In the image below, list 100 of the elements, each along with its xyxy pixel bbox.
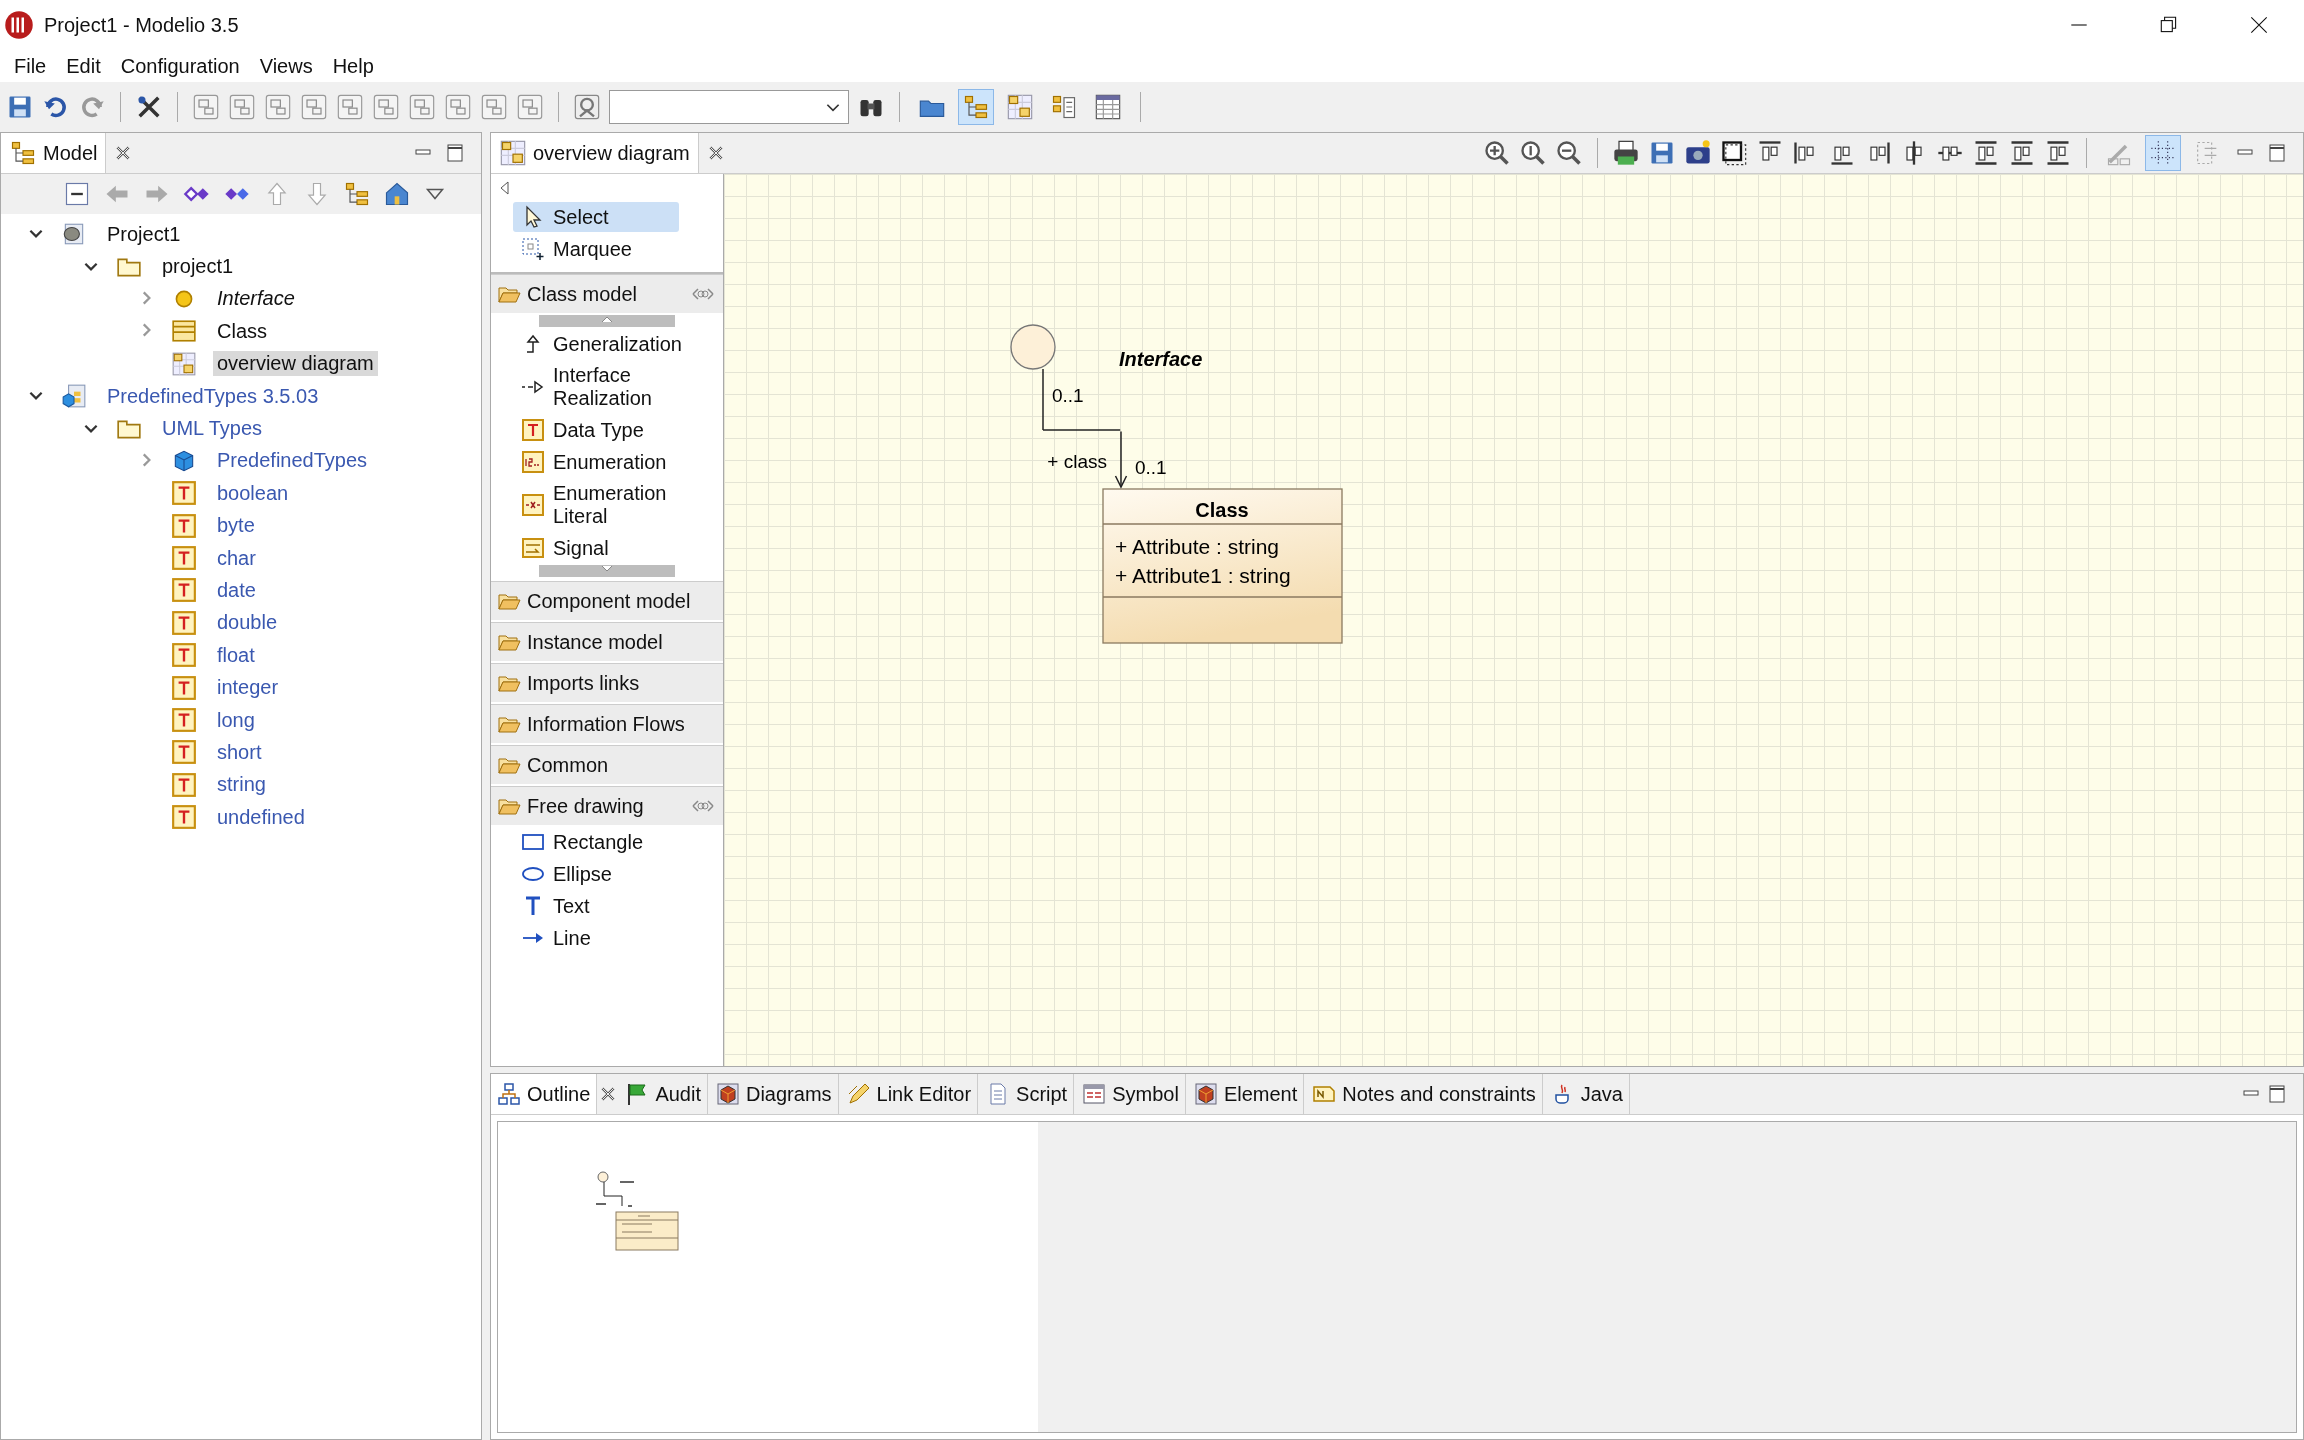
marquee-icon bbox=[521, 237, 545, 261]
diagram-icon bbox=[1006, 93, 1034, 121]
view-tab[interactable]: Symbol bbox=[1076, 1074, 1186, 1114]
view-tab[interactable]: Audit bbox=[619, 1074, 708, 1114]
table-icon bbox=[1082, 1082, 1107, 1106]
palette-item[interactable]: Enumeration Literal bbox=[513, 479, 711, 531]
palette-tool[interactable]: Marquee bbox=[513, 234, 679, 264]
tree-item[interactable]: overview diagram bbox=[213, 351, 378, 377]
camera-icon[interactable] bbox=[1684, 139, 1712, 167]
tree-item[interactable]: byte bbox=[213, 513, 259, 539]
menu-item[interactable]: Configuration bbox=[110, 54, 250, 78]
diagram-tool-icon[interactable] bbox=[444, 93, 472, 121]
tree-item[interactable]: project1 bbox=[158, 254, 238, 280]
tree-item[interactable]: long bbox=[213, 707, 259, 733]
datatype-icon bbox=[171, 674, 197, 701]
tree-view-icon bbox=[9, 139, 37, 167]
diagram-tool-icon[interactable] bbox=[573, 93, 601, 121]
zoom-out-icon[interactable] bbox=[1555, 139, 1583, 167]
palette-tool[interactable]: Select bbox=[513, 202, 679, 232]
interface-name: Interface bbox=[1119, 348, 1203, 370]
palette-item[interactable]: Ellipse bbox=[513, 859, 711, 889]
diagram-tool-icon[interactable] bbox=[300, 93, 328, 121]
collapse-all-icon[interactable] bbox=[63, 180, 91, 208]
menu-item[interactable]: Help bbox=[322, 54, 384, 78]
association-line-segment[interactable] bbox=[1042, 368, 1044, 431]
palette-item[interactable]: Text bbox=[513, 891, 711, 921]
close-window-icon[interactable] bbox=[2248, 14, 2270, 36]
view-tab[interactable]: Link Editor bbox=[840, 1074, 979, 1114]
datatype-icon bbox=[521, 418, 545, 442]
search-combo-box[interactable] bbox=[609, 90, 849, 124]
home-icon[interactable] bbox=[383, 180, 411, 208]
association-arrow[interactable] bbox=[1114, 430, 1128, 489]
diagram-tool-icon[interactable] bbox=[192, 93, 220, 121]
diagram-tool-icon[interactable] bbox=[516, 93, 544, 121]
view-toggle-button[interactable] bbox=[958, 89, 994, 125]
diagram-tool-icon[interactable] bbox=[372, 93, 400, 121]
datatype-icon bbox=[171, 545, 197, 572]
editor-tab[interactable]: overview diagram bbox=[491, 133, 699, 173]
diagram-tool-icon[interactable] bbox=[228, 93, 256, 121]
palette-drawer[interactable]: Common bbox=[491, 745, 723, 786]
tree-item[interactable]: string bbox=[213, 772, 270, 798]
tree-item[interactable]: char bbox=[213, 545, 260, 571]
app-logo-icon bbox=[4, 10, 34, 40]
menu-item[interactable]: Views bbox=[249, 54, 323, 78]
tree-item[interactable]: date bbox=[213, 578, 260, 603]
diagram-icon bbox=[499, 139, 527, 167]
menu-item[interactable]: File bbox=[4, 54, 57, 78]
palette-item[interactable]: Data Type bbox=[513, 415, 711, 445]
palette-drawer[interactable]: Instance model bbox=[491, 622, 723, 663]
zoom-in-icon[interactable] bbox=[1483, 139, 1511, 167]
diagram-tool-icon[interactable] bbox=[336, 93, 364, 121]
tree-item[interactable]: undefined bbox=[213, 804, 309, 830]
tree-item[interactable]: Project1 bbox=[103, 221, 185, 247]
diagram-tool-icon[interactable] bbox=[408, 93, 436, 121]
zoom-reset-icon[interactable] bbox=[1519, 139, 1547, 167]
tree-view-icon[interactable] bbox=[343, 180, 371, 208]
tree-item[interactable]: Class bbox=[213, 318, 271, 344]
palette-item[interactable]: Line bbox=[513, 923, 711, 953]
printer-icon[interactable] bbox=[1612, 139, 1640, 167]
palette-drawer[interactable]: Imports links bbox=[491, 663, 723, 704]
palette-drawer[interactable]: Class model bbox=[491, 274, 723, 315]
tree-item[interactable]: integer bbox=[213, 675, 283, 701]
datatype-icon bbox=[171, 804, 197, 831]
class-box[interactable] bbox=[1102, 488, 1343, 644]
pencil-icon bbox=[846, 1082, 871, 1106]
datatype-icon bbox=[171, 577, 197, 604]
enumeration-icon bbox=[521, 450, 545, 474]
tree-item[interactable]: double bbox=[213, 610, 282, 636]
outline-tree-icon bbox=[497, 1082, 521, 1106]
diagram-tool-icon[interactable] bbox=[264, 93, 292, 121]
diagram-toggle-button[interactable] bbox=[2145, 135, 2181, 171]
tree-item[interactable]: boolean bbox=[213, 480, 293, 506]
menu-item[interactable]: Edit bbox=[56, 54, 111, 78]
palette-drawer[interactable]: Information Flows bbox=[491, 704, 723, 745]
tree-item[interactable]: short bbox=[213, 739, 266, 765]
window-title: Project1 - Modelio 3.5 bbox=[44, 13, 239, 37]
palette-drawer[interactable]: Free drawing bbox=[491, 786, 723, 827]
view-tab[interactable]: Script bbox=[980, 1074, 1075, 1114]
class-name: Class bbox=[1195, 499, 1249, 521]
tree-item[interactable]: UML Types bbox=[158, 416, 267, 442]
palette-item[interactable]: Enumeration bbox=[513, 447, 711, 477]
view-tab[interactable]: Java bbox=[1544, 1074, 1630, 1114]
model-tab[interactable]: Model bbox=[1, 133, 107, 173]
selection-box-icon[interactable] bbox=[1720, 139, 1748, 167]
view-tab[interactable]: Notes and constraints bbox=[1306, 1074, 1543, 1114]
diagram-icon bbox=[171, 350, 197, 377]
palette-item[interactable]: Rectangle bbox=[513, 827, 711, 857]
palette-drawer[interactable]: Component model bbox=[491, 581, 723, 622]
view-tab[interactable]: Diagrams bbox=[709, 1074, 839, 1114]
palette-item[interactable]: Signal bbox=[513, 533, 711, 563]
view-tab[interactable]: Element bbox=[1187, 1074, 1305, 1114]
tree-item[interactable]: float bbox=[213, 642, 259, 668]
tree-item[interactable]: PredefinedTypes 3.5.03 bbox=[103, 383, 323, 409]
palette-item[interactable]: Interface Realization bbox=[513, 361, 711, 413]
diagram-tool-icon[interactable] bbox=[480, 93, 508, 121]
tree-item[interactable]: PredefinedTypes bbox=[213, 448, 372, 474]
interface-circle[interactable] bbox=[1010, 324, 1056, 370]
view-tab[interactable]: Outline bbox=[491, 1074, 598, 1114]
tree-item[interactable]: Interface bbox=[213, 286, 299, 312]
palette-item[interactable]: Generalization bbox=[513, 329, 711, 359]
